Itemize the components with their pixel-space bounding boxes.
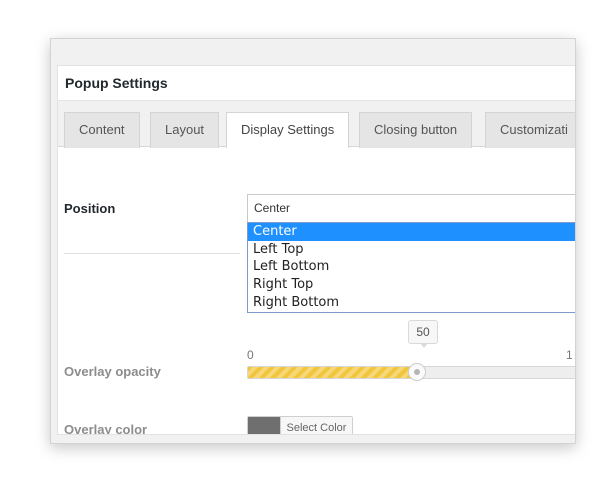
overlay-opacity-label: Overlay opacity <box>64 364 161 379</box>
tab-display-settings[interactable]: Display Settings <box>226 112 350 148</box>
tab-bar: Content Layout Display Settings Closing … <box>58 101 575 148</box>
opacity-slider-fill <box>248 367 417 378</box>
tab-layout[interactable]: Layout <box>150 112 220 148</box>
color-picker[interactable]: Select Color <box>247 416 353 434</box>
position-label: Position <box>64 201 116 216</box>
opacity-slider-handle[interactable] <box>408 363 426 381</box>
position-option-left-top[interactable]: Left Top <box>248 241 575 259</box>
opacity-value-tooltip: 50 <box>408 320 438 348</box>
tab-content[interactable]: Content <box>64 112 140 148</box>
tab-closing-button[interactable]: Closing button <box>359 112 473 148</box>
overlay-color-label: Overlay color <box>64 422 148 435</box>
color-swatch[interactable] <box>248 417 280 434</box>
opacity-slider[interactable] <box>247 363 575 381</box>
position-option-center[interactable]: Center <box>248 223 575 241</box>
opacity-min-label: 0 <box>247 348 254 362</box>
select-color-button[interactable]: Select Color <box>280 417 352 434</box>
position-select[interactable]: Center <box>247 194 575 223</box>
position-option-right-bottom[interactable]: Right Bottom <box>248 294 575 312</box>
position-dropdown: Center Left Top Left Bottom Right Top Ri… <box>247 222 575 313</box>
settings-panel: Popup Settings Content Layout Display Se… <box>57 65 575 435</box>
popup-settings-window: Popup Settings Content Layout Display Se… <box>50 38 576 444</box>
tab-customization[interactable]: Customizati <box>485 112 575 148</box>
position-option-left-bottom[interactable]: Left Bottom <box>248 258 575 276</box>
divider <box>64 253 240 254</box>
position-option-right-top[interactable]: Right Top <box>248 276 575 294</box>
panel-title: Popup Settings <box>58 66 575 101</box>
opacity-max-label: 1 <box>566 348 573 362</box>
